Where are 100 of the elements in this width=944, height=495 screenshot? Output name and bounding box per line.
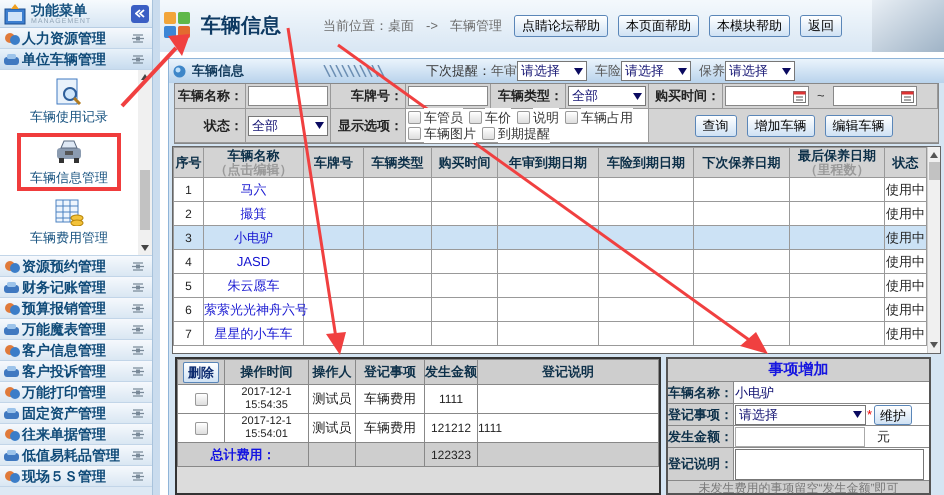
table-cell: 7 — [174, 322, 204, 346]
expand-icon — [132, 408, 144, 418]
expand-icon — [132, 430, 144, 438]
caret-icon — [315, 122, 324, 129]
scrollbar-thumb[interactable] — [140, 170, 150, 230]
button[interactable]: 查询 — [694, 114, 736, 136]
expand-icon — [132, 324, 144, 334]
input-field[interactable] — [408, 86, 488, 106]
expand-icon — [132, 54, 144, 64]
scrollbar[interactable] — [927, 147, 940, 353]
button[interactable]: 维护 — [874, 404, 912, 424]
globe-icon — [173, 64, 186, 78]
table-row[interactable]: 4 JASD 使用中 — [174, 250, 926, 274]
dropdown-label: 车险 — [595, 62, 621, 80]
button[interactable]: 增加车辆 — [746, 114, 814, 136]
checkbox[interactable] — [565, 111, 578, 124]
column-header: 最后保养日期 — [797, 148, 877, 162]
expand-icon — [132, 388, 144, 396]
dropdown[interactable]: 请选择 — [735, 404, 866, 424]
caret-icon — [633, 92, 642, 100]
reminder-label: 下次提醒： — [426, 62, 491, 80]
table-row[interactable]: 3 小电驴 使用中 — [174, 226, 926, 250]
checkbox[interactable] — [482, 127, 495, 140]
dropdown[interactable]: 全部 — [568, 86, 646, 106]
button[interactable]: 点睛论坛帮助 — [514, 15, 608, 37]
table-row[interactable]: 7 星星的小车车 使用中 — [174, 322, 926, 346]
vehicle-link[interactable]: 撮箕 — [240, 206, 266, 221]
caret-icon — [574, 68, 583, 74]
table-cell: 1111 — [478, 421, 502, 435]
column-header: 登记说明 — [478, 360, 658, 384]
table-row[interactable]: 6 萦萦光光神舟六号 使用中 — [174, 298, 926, 322]
table-row[interactable]: 2 撮箕 使用中 — [174, 202, 926, 226]
page-title: 车辆信息 — [201, 14, 281, 39]
breadcrumb-text: 当前位置：桌面 — [323, 17, 414, 36]
menu-section[interactable]: 客户信息管理 — [0, 340, 152, 361]
text-area[interactable] — [735, 448, 924, 480]
expand-icon — [132, 472, 144, 480]
scrollbar[interactable] — [138, 70, 152, 255]
input-field[interactable] — [248, 86, 328, 106]
button[interactable]: 编辑车辆 — [824, 114, 892, 136]
scroll-up-icon — [930, 152, 938, 158]
field-label: 购买时间： — [649, 84, 723, 109]
dropdown[interactable]: 请选择 — [621, 61, 691, 81]
checkbox[interactable] — [194, 392, 208, 406]
menu-item[interactable]: 车辆费用管理 — [17, 194, 121, 252]
button[interactable]: 返回 — [800, 15, 842, 37]
column-subheader: （里程数） — [804, 162, 870, 176]
table-row[interactable]: 5 朱云愿车 使用中 — [174, 274, 926, 298]
table-cell: 122323 — [424, 442, 478, 466]
date-field[interactable] — [725, 86, 809, 106]
dropdown-label: 年审 — [491, 62, 517, 80]
calendar-icon — [793, 90, 806, 102]
collapse-button[interactable] — [131, 4, 149, 22]
vehicle-link[interactable]: 萦萦光光神舟六号 — [204, 302, 308, 317]
sidebar-title: 功能菜单 — [31, 2, 88, 16]
menu-section[interactable]: 万能打印管理 — [0, 382, 152, 403]
date-field[interactable] — [832, 86, 917, 106]
scrollbar-thumb[interactable] — [928, 162, 940, 180]
menu-item[interactable]: 车辆使用记录 — [17, 73, 121, 132]
menu-section[interactable]: 现场５Ｓ管理 — [0, 466, 152, 487]
table-row[interactable]: 1 马六 使用中 — [174, 178, 926, 202]
field-label: 车牌号： — [331, 84, 406, 109]
button[interactable]: 本页面帮助 — [618, 15, 699, 37]
checkbox[interactable] — [408, 111, 421, 124]
menu-section[interactable]: 人力资源管理 — [0, 28, 152, 49]
menu-item[interactable]: 车辆信息管理 — [17, 133, 121, 192]
dropdown[interactable]: 请选择 — [517, 61, 587, 81]
photo-placeholder — [872, 0, 944, 52]
panel-title: 车辆信息 — [192, 62, 244, 80]
menu-section[interactable]: 单位车辆管理 — [0, 49, 152, 70]
total-label: 总计费用： — [210, 446, 276, 462]
input-field[interactable] — [735, 426, 865, 446]
car-icon — [54, 138, 84, 166]
button[interactable]: 本模块帮助 — [708, 15, 790, 37]
menu-section[interactable]: 客户投诉管理 — [0, 361, 152, 382]
menu-section[interactable]: 往来单据管理 — [0, 424, 152, 445]
dropdown[interactable]: 全部 — [248, 116, 328, 136]
vehicle-link[interactable]: 马六 — [240, 182, 266, 197]
checkbox[interactable] — [469, 111, 482, 124]
expand-icon — [132, 262, 144, 270]
range-separator: ~ — [817, 87, 825, 106]
scroll-up-icon — [141, 74, 149, 80]
menu-section[interactable]: 固定资产管理 — [0, 403, 152, 424]
document-magnifier-icon — [54, 77, 84, 106]
delete-button[interactable]: 删除 — [183, 362, 219, 382]
menu-section[interactable]: 财务记账管理 — [0, 277, 152, 298]
checkbox[interactable] — [517, 111, 530, 124]
dropdown[interactable]: 请选择 — [725, 61, 795, 81]
menu-section[interactable]: 预算报销管理 — [0, 298, 152, 319]
table-cell-text: 15:54:01 — [244, 428, 289, 441]
unit-label: 元 — [877, 428, 890, 446]
table-cell-text: 15:54:35 — [244, 399, 289, 412]
checkbox[interactable] — [408, 127, 421, 140]
double-chevron-icon — [135, 9, 145, 18]
menu-section[interactable]: 低值易耗品管理 — [0, 445, 152, 466]
menu-section[interactable]: 万能魔表管理 — [0, 319, 152, 340]
checkbox[interactable] — [194, 422, 208, 434]
caret-icon — [678, 68, 687, 74]
dropdown-label: 保养 — [699, 62, 725, 80]
menu-section[interactable]: 资源预约管理 — [0, 256, 152, 277]
